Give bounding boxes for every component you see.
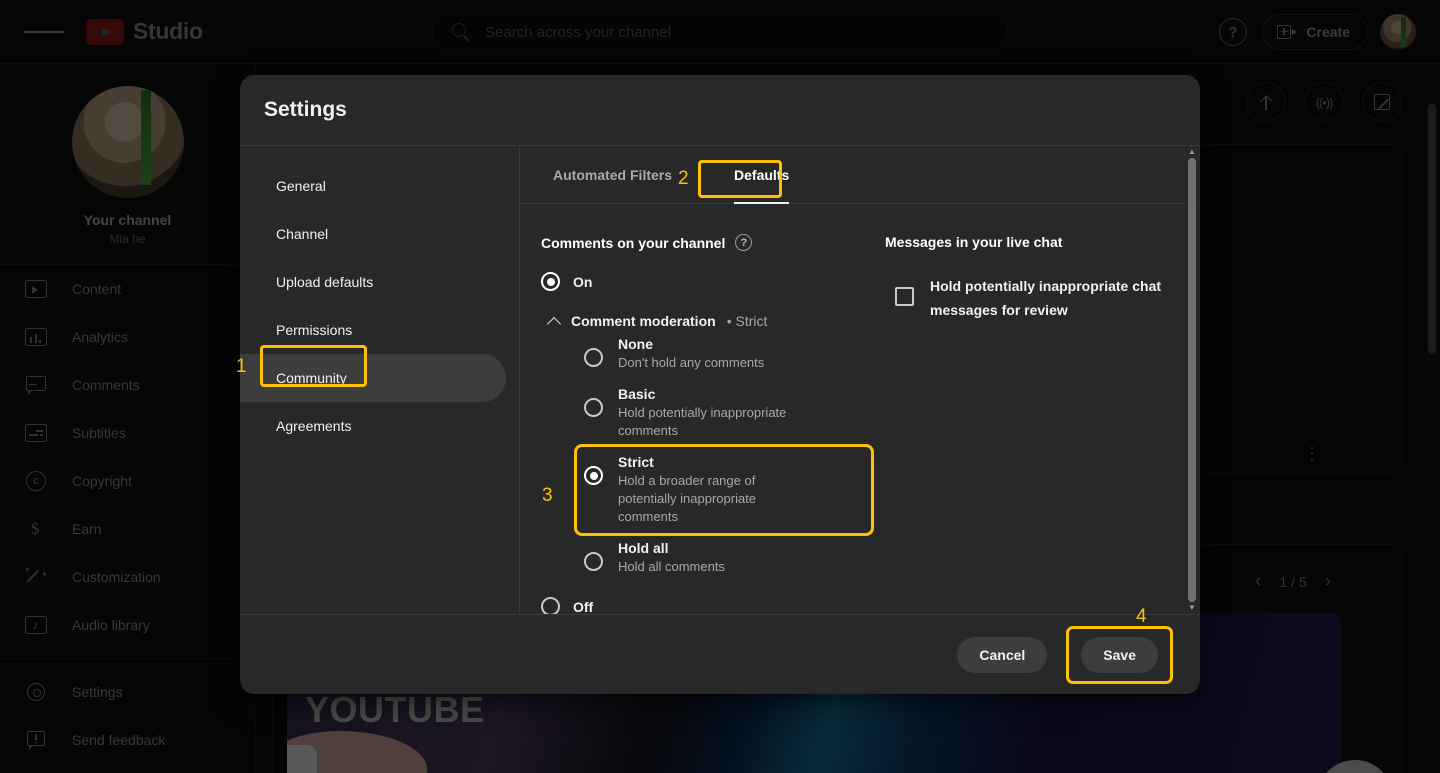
dialog-scrollbar[interactable]: ▲ ▼ [1185, 146, 1199, 614]
save-button[interactable]: Save [1081, 636, 1158, 673]
comments-on-radio-row[interactable]: On [541, 272, 871, 291]
tab-bar: Automated Filters Defaults [520, 146, 1200, 204]
option-desc: Hold a broader range of potentially inap… [618, 473, 757, 524]
radio-on-label: On [573, 273, 593, 290]
settings-nav-community[interactable]: Community [240, 354, 506, 402]
comments-off-radio-row[interactable]: Off [541, 597, 871, 614]
section-title: Messages in your live chat [885, 234, 1063, 250]
radio-hold-all[interactable] [584, 552, 603, 571]
help-circle-icon[interactable]: ? [735, 234, 753, 251]
option-title: Hold all [618, 540, 669, 556]
comment-moderation-header[interactable]: Comment moderation • Strict [548, 313, 871, 329]
annotation-number-4: 4 [1136, 606, 1147, 627]
radio-none[interactable] [584, 348, 603, 367]
option-desc: Hold all comments [618, 559, 725, 574]
option-none[interactable]: None Don't hold any comments [577, 329, 871, 379]
checkbox-hold-chat[interactable] [895, 287, 914, 306]
radio-on[interactable] [541, 272, 560, 291]
settings-nav-channel[interactable]: Channel [240, 210, 506, 258]
radio-strict[interactable] [584, 466, 603, 485]
settings-nav-agreements[interactable]: Agreements [240, 402, 506, 450]
moderation-value: • Strict [727, 313, 768, 329]
scroll-down-icon[interactable]: ▼ [1188, 602, 1196, 614]
scroll-up-icon[interactable]: ▲ [1188, 146, 1196, 158]
dialog-footer: Cancel Save [240, 614, 1200, 694]
radio-off[interactable] [541, 597, 560, 614]
annotation-number-1: 1 [236, 356, 247, 377]
cancel-button[interactable]: Cancel [957, 636, 1048, 673]
settings-content: Automated Filters Defaults Comments on y… [520, 146, 1200, 614]
livechat-hold-checkbox-row[interactable]: Hold potentially inappropriate chat mess… [895, 274, 1167, 322]
defaults-pane: Comments on your channel ? On Comment mo… [520, 204, 1200, 614]
option-desc: Don't hold any comments [618, 355, 765, 370]
chevron-up-icon[interactable] [548, 315, 560, 327]
option-title: Basic [618, 386, 656, 402]
option-hold-all[interactable]: Hold all Hold all comments [577, 533, 871, 583]
moderation-current: Strict [735, 313, 768, 329]
comments-section-heading: Comments on your channel ? [541, 234, 871, 251]
moderation-label: Comment moderation [571, 313, 716, 329]
settings-nav-upload-defaults[interactable]: Upload defaults [240, 258, 506, 306]
dialog-header: Settings [240, 75, 1200, 145]
settings-nav-permissions[interactable]: Permissions [240, 306, 506, 354]
radio-off-label: Off [573, 598, 594, 615]
scrollbar-thumb[interactable] [1188, 158, 1196, 602]
annotation-number-3: 3 [542, 485, 553, 506]
livechat-section-heading: Messages in your live chat [885, 234, 1167, 250]
checkbox-label: Hold potentially inappropriate chat mess… [930, 278, 1162, 318]
moderation-separator: • [726, 313, 732, 329]
dialog-body: General Channel Upload defaults Permissi… [240, 145, 1200, 614]
option-basic[interactable]: Basic Hold potentially inappropriate com… [577, 379, 871, 447]
save-button-highlight: Save [1066, 625, 1173, 684]
option-title: None [618, 336, 653, 352]
annotation-number-2: 2 [678, 168, 689, 189]
option-desc: Hold potentially inappropriate comments [618, 405, 787, 438]
radio-basic[interactable] [584, 398, 603, 417]
settings-nav-general[interactable]: General [240, 162, 506, 210]
livechat-column: Messages in your live chat Hold potentia… [871, 234, 1167, 614]
scrollbar-track[interactable] [1185, 158, 1199, 602]
tab-automated-filters[interactable]: Automated Filters [553, 146, 672, 204]
settings-nav: General Channel Upload defaults Permissi… [240, 146, 520, 614]
page-title: Settings [264, 98, 347, 121]
option-strict[interactable]: Strict Hold a broader range of potential… [574, 444, 874, 536]
section-title: Comments on your channel [541, 234, 726, 251]
tab-defaults[interactable]: Defaults [734, 146, 790, 204]
settings-dialog: Settings General Channel Upload defaults… [240, 75, 1200, 694]
option-title: Strict [618, 454, 654, 470]
comments-column: Comments on your channel ? On Comment mo… [541, 234, 874, 614]
